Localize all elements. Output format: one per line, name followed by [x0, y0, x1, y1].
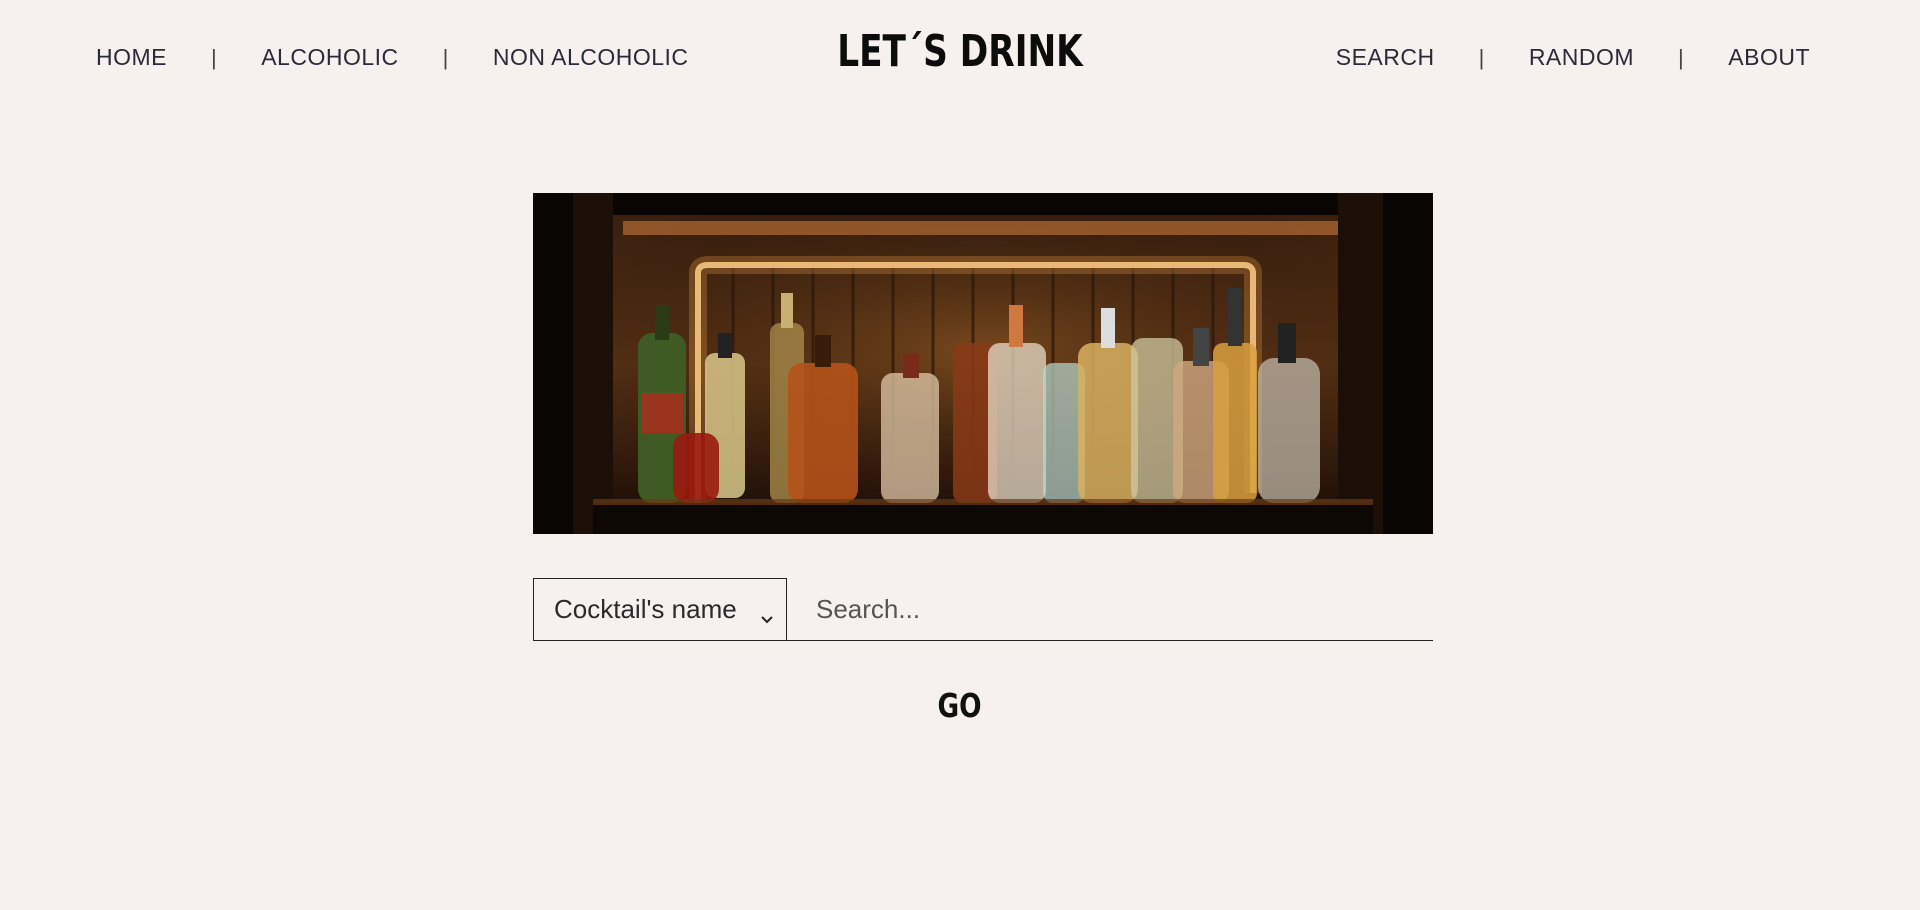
- site-header: HOME | ALCOHOLIC | NON ALCOHOLIC LET´S D…: [0, 0, 1920, 116]
- search-bar: Cocktail's name: [533, 578, 1433, 641]
- go-container: GO: [0, 686, 1920, 725]
- hero-bar-shelf-image: [533, 193, 1433, 534]
- nav-random-link[interactable]: RANDOM: [1529, 44, 1634, 71]
- search-input[interactable]: [786, 578, 1433, 641]
- bar-shelf-illustration: [533, 193, 1433, 534]
- nav-separator: |: [1678, 44, 1685, 70]
- go-button[interactable]: GO: [938, 686, 982, 725]
- search-type-select[interactable]: Cocktail's name: [533, 578, 787, 641]
- nav-right: SEARCH | RANDOM | ABOUT: [1336, 44, 1810, 71]
- nav-about-link[interactable]: ABOUT: [1728, 44, 1810, 71]
- nav-home-link[interactable]: HOME: [96, 44, 167, 71]
- nav-search-link[interactable]: SEARCH: [1336, 44, 1435, 71]
- chevron-down-icon: [760, 601, 774, 632]
- search-type-value: Cocktail's name: [554, 594, 737, 624]
- nav-separator: |: [1478, 44, 1485, 70]
